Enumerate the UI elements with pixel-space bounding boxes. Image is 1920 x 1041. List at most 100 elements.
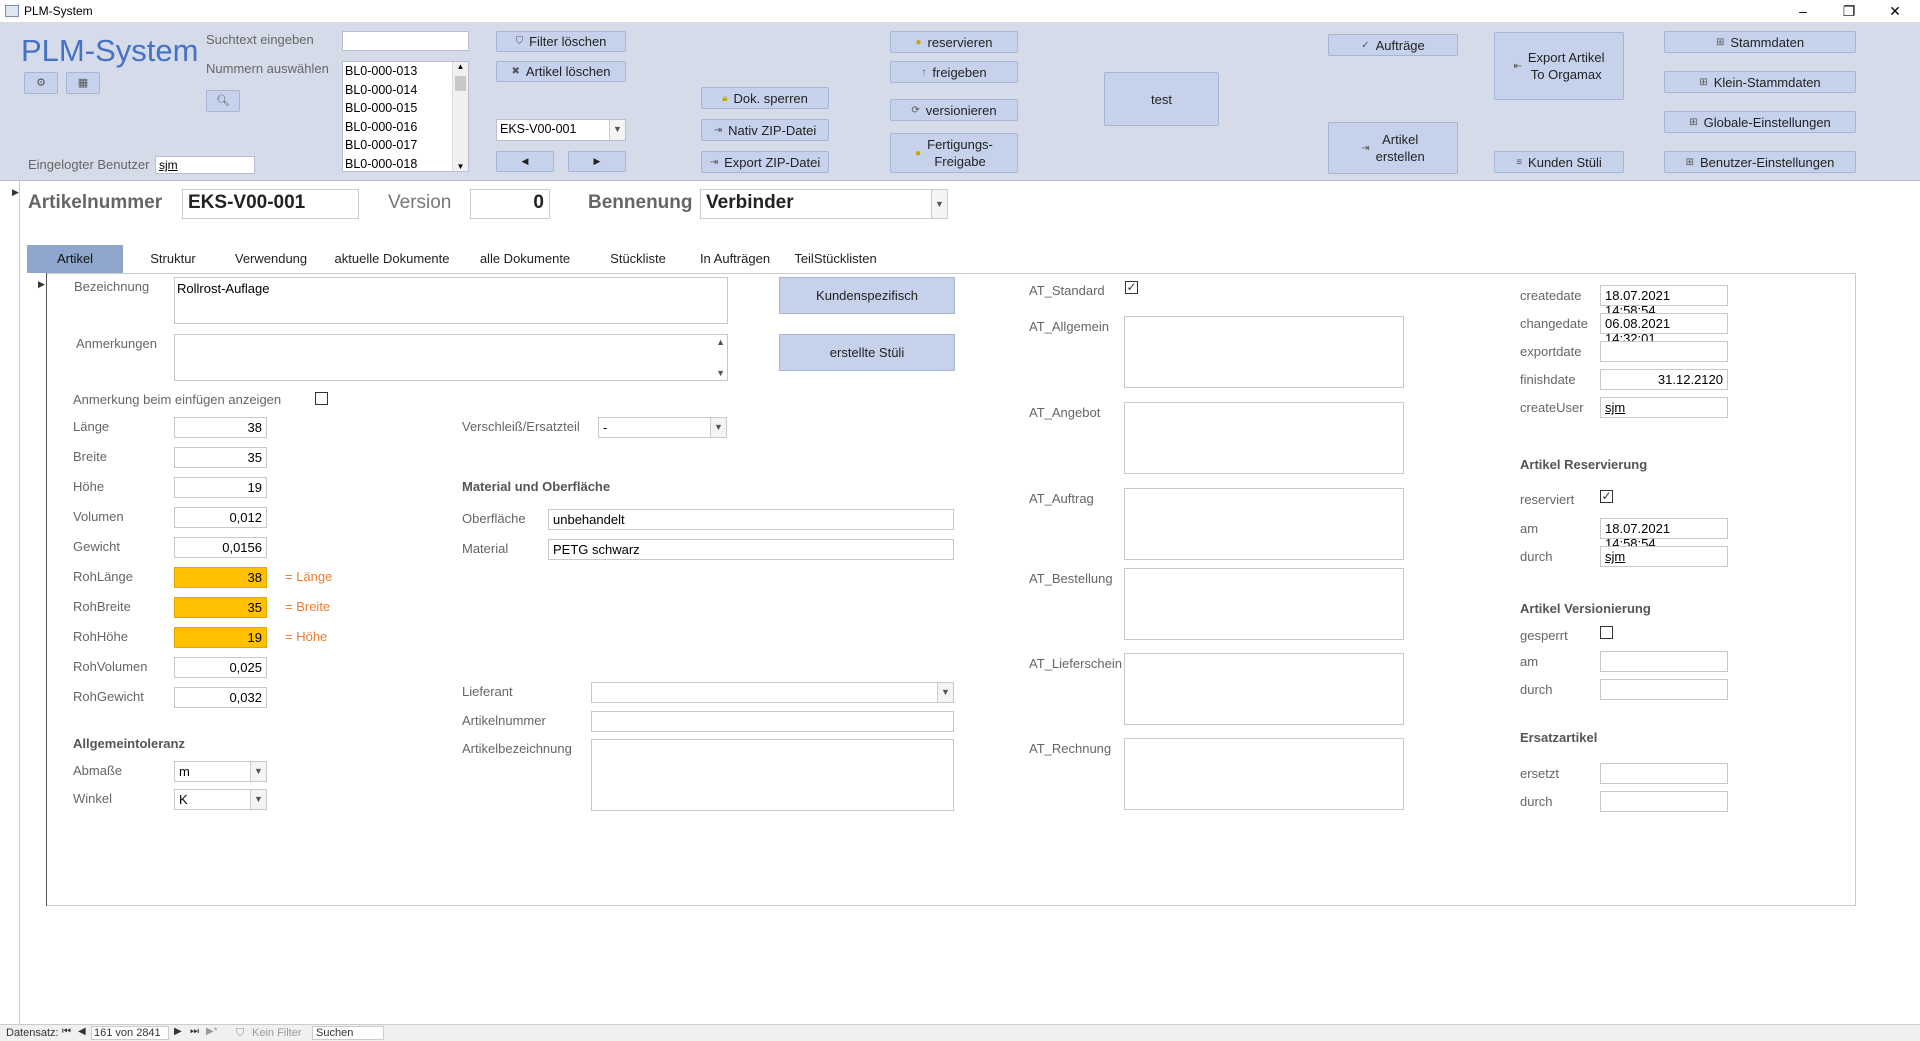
chevron-down-icon[interactable]: ▼ (931, 190, 947, 218)
winkel-combo[interactable]: K ▼ (174, 789, 267, 810)
locked-checkbox[interactable] (1600, 626, 1613, 639)
chevron-down-icon[interactable]: ▼ (710, 418, 726, 437)
bezeichnung-field[interactable]: Rollrost-Auflage (174, 277, 728, 324)
rohbreite-field[interactable]: 35 (174, 597, 267, 618)
filter-status[interactable]: Kein Filter (252, 1027, 302, 1039)
createuser-field[interactable]: sjm (1600, 397, 1728, 418)
reserve-button[interactable]: ● reservieren (890, 31, 1018, 53)
supplier-artno-field[interactable] (591, 711, 954, 732)
rohvolumen-field[interactable]: 0,025 (174, 657, 267, 678)
global-settings-button[interactable]: ⊞ Globale-Einstellungen (1664, 111, 1856, 133)
chevron-down-icon[interactable]: ▼ (609, 120, 625, 140)
changedate-field[interactable]: 06.08.2021 14:32:01 (1600, 313, 1728, 346)
at-bestellung-field[interactable] (1124, 568, 1404, 640)
rohhoehe-field[interactable]: 19 (174, 627, 267, 648)
supplier-combo[interactable]: ▼ (591, 682, 954, 703)
reservation-date-field[interactable]: 18.07.2021 14:58:54 (1600, 518, 1728, 551)
version-field[interactable]: 0 (470, 189, 550, 219)
material-field[interactable]: PETG schwarz (548, 539, 954, 560)
first-record-button[interactable]: ⏮ (62, 1026, 71, 1037)
versioning-date-field[interactable] (1600, 651, 1728, 672)
tab-aktuelle-dokumente[interactable]: aktuelle Dokumente (327, 245, 457, 273)
lock-docs-button[interactable]: 🔒︎ Dok. sperren (701, 87, 829, 109)
wear-part-combo[interactable]: - ▼ (598, 417, 727, 438)
at-rechnung-field[interactable] (1124, 738, 1404, 810)
scroll-up-icon[interactable]: ▲ (716, 337, 725, 347)
test-button[interactable]: test (1104, 72, 1219, 126)
tab-artikel[interactable]: Artikel (27, 245, 123, 273)
hoehe-field[interactable]: 19 (174, 477, 267, 498)
tab-struktur[interactable]: Struktur (138, 245, 208, 273)
export-orgamax-button[interactable]: ⇤ Export Artikel To Orgamax (1494, 32, 1624, 100)
search-button[interactable]: 🔍︎ (206, 90, 240, 112)
scroll-thumb[interactable] (455, 76, 466, 91)
chevron-down-icon[interactable]: ▼ (937, 683, 953, 702)
previous-record-button[interactable]: ◀ (78, 1026, 86, 1037)
abmasse-combo[interactable]: m ▼ (174, 761, 267, 782)
name-combo[interactable]: Verbinder ▼ (700, 189, 948, 219)
tab-alle-dokumente[interactable]: alle Dokumente (470, 245, 580, 273)
small-master-data-button[interactable]: ⊞ Klein-Stammdaten (1664, 71, 1856, 93)
subform-selector-strip[interactable]: ▶ (27, 273, 47, 906)
chevron-down-icon[interactable]: ▼ (250, 762, 266, 781)
restore-button[interactable]: ❐ (1826, 0, 1872, 22)
at-standard-checkbox[interactable]: ✓ (1125, 281, 1138, 294)
reserved-checkbox[interactable]: ✓ (1600, 490, 1613, 503)
versioning-user-field[interactable] (1600, 679, 1728, 700)
laenge-field[interactable]: 38 (174, 417, 267, 438)
anmerkungen-field[interactable]: ▲ ▼ (174, 334, 728, 381)
production-release-button[interactable]: ● Fertigungs- Freigabe (890, 133, 1018, 173)
customer-specific-button[interactable]: Kundenspezifisch (779, 277, 955, 314)
breite-field[interactable]: 35 (174, 447, 267, 468)
anmerkung-show-checkbox[interactable] (315, 392, 328, 405)
replaced-field[interactable] (1600, 763, 1728, 784)
list-item[interactable]: BL0-000-016 (343, 118, 468, 137)
scroll-down-icon[interactable]: ▼ (716, 368, 725, 378)
release-button[interactable]: ↑ freigeben (890, 61, 1018, 83)
prev-record-button[interactable]: ◀ (496, 151, 554, 172)
record-position-field[interactable]: 161 von 2841 (91, 1026, 169, 1040)
listbox-scrollbar[interactable]: ▲ ▼ (452, 62, 468, 171)
at-angebot-field[interactable] (1124, 402, 1404, 474)
new-record-button[interactable]: ▶* (206, 1026, 218, 1037)
created-bom-button[interactable]: erstellte Stüli (779, 334, 955, 371)
scroll-up-icon[interactable]: ▲ (453, 62, 468, 74)
versioning-button[interactable]: ⟳ versionieren (890, 99, 1018, 121)
list-item[interactable]: BL0-000-018 (343, 155, 468, 172)
list-item[interactable]: BL0-000-013 (343, 62, 468, 81)
numbers-listbox[interactable]: BL0-000-013 BL0-000-014 BL0-000-015 BL0-… (342, 61, 469, 172)
master-data-button[interactable]: ⊞ Stammdaten (1664, 31, 1856, 53)
next-record-button[interactable]: ▶ (568, 151, 626, 172)
rohgewicht-field[interactable]: 0,032 (174, 687, 267, 708)
list-item[interactable]: BL0-000-017 (343, 136, 468, 155)
last-record-button[interactable]: ⏭ (190, 1026, 199, 1037)
at-allgemein-field[interactable] (1124, 316, 1404, 388)
orders-button[interactable]: ✓ Aufträge (1328, 34, 1458, 56)
finishdate-field[interactable]: 31.12.2120 (1600, 369, 1728, 390)
settings-small-button[interactable]: ⚙ (24, 72, 58, 94)
tab-verwendung[interactable]: Verwendung (225, 245, 317, 273)
customer-bom-button[interactable]: ≡ Kunden Stüli (1494, 151, 1624, 173)
gewicht-field[interactable]: 0,0156 (174, 537, 267, 558)
tab-stueckliste[interactable]: Stückliste (598, 245, 678, 273)
export-zip-button[interactable]: ⇥ Export ZIP-Datei (701, 151, 829, 173)
close-button[interactable]: ✕ (1872, 0, 1918, 22)
article-delete-button[interactable]: ✖ Artikel löschen (496, 61, 626, 82)
replacement-user-field[interactable] (1600, 791, 1728, 812)
list-item[interactable]: BL0-000-014 (343, 81, 468, 100)
supplier-desc-field[interactable] (591, 739, 954, 811)
rohlaenge-field[interactable]: 38 (174, 567, 267, 588)
at-auftrag-field[interactable] (1124, 488, 1404, 560)
reservation-user-field[interactable]: sjm (1600, 546, 1728, 567)
search-field[interactable]: Suchen (312, 1026, 384, 1040)
filter-clear-button[interactable]: ⛉ Filter löschen (496, 31, 626, 52)
user-settings-button[interactable]: ⊞ Benutzer-Einstellungen (1664, 151, 1856, 173)
exportdate-field[interactable] (1600, 341, 1728, 362)
at-lieferschein-field[interactable] (1124, 653, 1404, 725)
minimize-button[interactable]: – (1780, 0, 1826, 22)
article-combo[interactable]: EKS-V00-001 ▼ (496, 119, 626, 141)
tab-in-auftraegen[interactable]: In Aufträgen (690, 245, 780, 273)
native-zip-button[interactable]: ⇥ Nativ ZIP-Datei (701, 119, 829, 141)
chevron-down-icon[interactable]: ▼ (250, 790, 266, 809)
surface-field[interactable]: unbehandelt (548, 509, 954, 530)
